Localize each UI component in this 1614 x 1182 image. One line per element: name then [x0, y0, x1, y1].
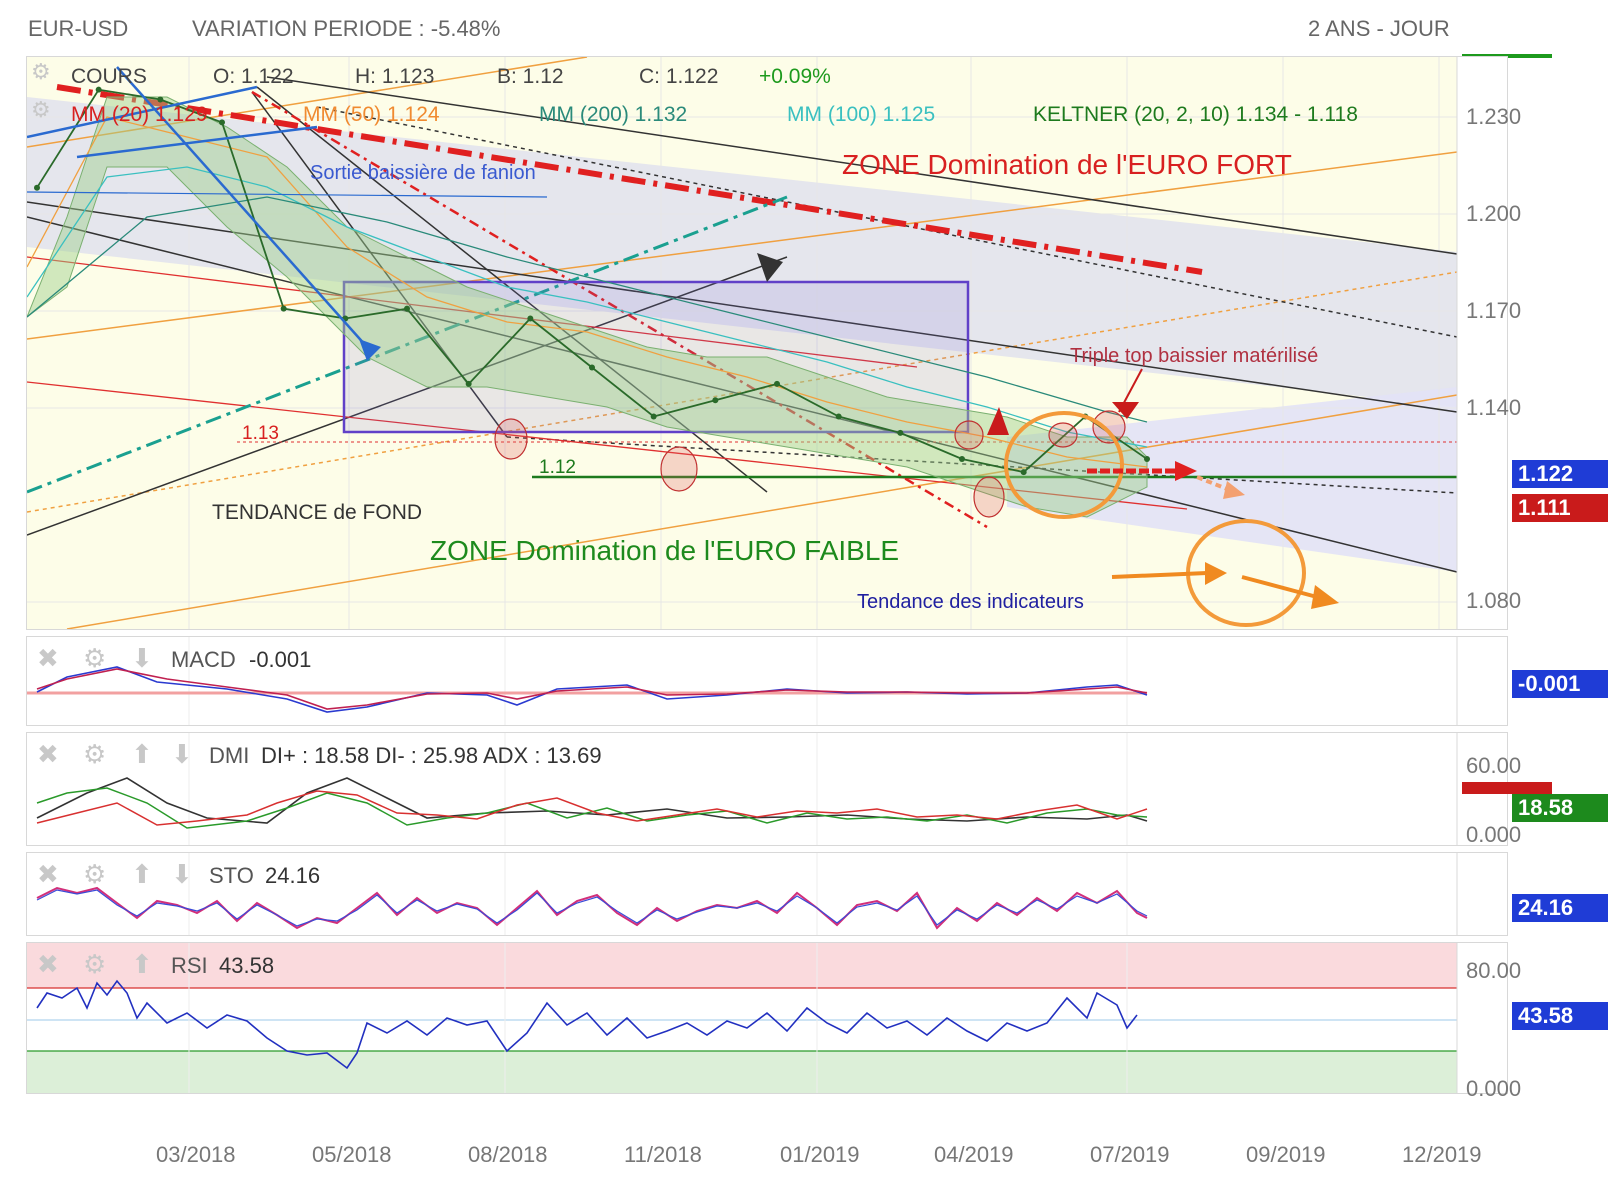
dmi-red-marker [1462, 782, 1552, 794]
zone-faible-label: ZONE Domination de l'EURO FAIBLE [430, 535, 899, 566]
gear-icon[interactable]: ⚙ [31, 97, 51, 123]
legend-mm50[interactable]: MM (50) 1.124 [303, 103, 440, 127]
legend-low: B: 1.12 [497, 65, 564, 88]
sto-name: STO [209, 863, 254, 888]
price-point [1144, 456, 1150, 463]
macd-value-box: -0.001 [1512, 670, 1608, 698]
dmi-name: DMI [209, 743, 250, 768]
close-icon[interactable]: ✖ [37, 739, 59, 770]
dmi-value: DI+ : 18.58 DI- : 25.98 ADX : 13.69 [261, 743, 602, 768]
arrow-up-icon[interactable]: ⬆ [131, 949, 153, 980]
zone-fort-label: ZONE Domination de l'EURO FORT [842, 149, 1292, 180]
price-tick: 1.200 [1466, 201, 1522, 226]
variation-label: VARIATION PERIODE : -5.48% [192, 16, 501, 41]
price-tick: 1.170 [1466, 298, 1522, 323]
macd-signal-line [36, 668, 1148, 710]
close-icon[interactable]: ✖ [37, 643, 59, 674]
price-point [897, 429, 904, 436]
adx-line [36, 777, 1148, 824]
x-tick-label: 11/2018 [624, 1142, 702, 1167]
price-point [34, 184, 40, 191]
close-icon[interactable]: ✖ [37, 949, 59, 980]
macd-panel[interactable]: ✖ ⚙ ⬇ MACD -0.001 [26, 636, 1508, 726]
gear-icon[interactable]: ⚙ [83, 739, 106, 770]
macd-value: -0.001 [249, 647, 312, 672]
tendance-indicateurs-label: Tendance des indicateurs [857, 591, 1084, 613]
price-point [774, 380, 780, 387]
level-113-label: 1.13 [242, 423, 279, 444]
close-icon[interactable]: ✖ [37, 859, 59, 890]
x-tick-label: 01/2019 [780, 1142, 860, 1167]
price-point [404, 305, 410, 312]
price-chart-svg: ZONE Domination de l'EURO FORT ZONE Domi… [27, 57, 1458, 629]
legend-high: H: 1.123 [355, 65, 435, 88]
price-point [835, 413, 842, 420]
dmi-panel[interactable]: ✖ ⚙ ⬆ ⬇ DMI DI+ : 18.58 DI- : 25.98 ADX … [26, 732, 1508, 846]
period-label[interactable]: 2 ANS - JOUR [1308, 16, 1450, 42]
sto-panel[interactable]: ✖ ⚙ ⬆ ⬇ STO 24.16 [26, 852, 1508, 936]
rsi-panel[interactable]: ✖ ⚙ ⬆ RSI 43.58 [26, 942, 1508, 1094]
di-plus-line [36, 787, 1148, 829]
x-tick-label: 07/2019 [1090, 1142, 1170, 1167]
price-point [959, 456, 965, 463]
triple-top-label: Triple top baissier matérilisé [1070, 345, 1318, 367]
legend-mm100[interactable]: MM (100) 1.125 [787, 103, 935, 127]
arrow-down-icon[interactable]: ⬇ [171, 859, 193, 890]
x-tick-label: 08/2018 [468, 1142, 548, 1167]
level-112-label: 1.12 [539, 457, 576, 478]
sortie-label: Sortie baissière de fanion [310, 162, 536, 184]
rsi-name: RSI [171, 953, 208, 978]
price-point [465, 380, 472, 387]
price-point [527, 315, 534, 322]
last-price-box: 1.122 [1512, 460, 1608, 488]
dmi-tick: 0.000 [1466, 822, 1522, 847]
price-point [280, 305, 287, 312]
price-point [219, 119, 225, 126]
legend-cours: COURS [71, 65, 147, 88]
arrow-down-icon[interactable]: ⬇ [131, 643, 153, 674]
x-tick-label: 04/2019 [934, 1142, 1014, 1167]
sto-value-box: 24.16 [1512, 894, 1608, 922]
legend-mm20[interactable]: MM (20) 1.129 [71, 103, 208, 127]
legend-close: C: 1.122 [639, 65, 719, 88]
arrow-up-icon[interactable]: ⬆ [131, 859, 153, 890]
rsi-oversold-zone [27, 1051, 1457, 1093]
symbol-label: EUR-USD [28, 16, 129, 41]
macd-name: MACD [171, 647, 236, 672]
price-point [157, 96, 164, 103]
dmi-tick: 60.00 [1466, 753, 1522, 778]
price-tick: 1.140 [1466, 395, 1522, 420]
gear-icon[interactable]: ⚙ [31, 59, 51, 85]
rsi-value: 43.58 [219, 953, 275, 978]
gear-icon[interactable]: ⚙ [83, 643, 106, 674]
x-tick-label: 03/2018 [156, 1142, 236, 1167]
price-point [650, 413, 657, 420]
rsi-tick: 80.00 [1466, 958, 1522, 983]
price-point [589, 364, 595, 371]
gear-icon[interactable]: ⚙ [83, 859, 106, 890]
price-point [1020, 469, 1027, 476]
x-tick-label: 05/2018 [312, 1142, 392, 1167]
arrow-up-icon[interactable]: ⬆ [131, 739, 153, 770]
x-tick-label: 09/2019 [1246, 1142, 1326, 1167]
legend-change: +0.09% [759, 65, 831, 88]
legend-keltner[interactable]: KELTNER (20, 2, 10) 1.134 - 1.118 [1033, 103, 1358, 127]
tendance-fond-label: TENDANCE de FOND [212, 501, 422, 524]
price-tick: 1.230 [1466, 104, 1522, 129]
price-panel[interactable]: ZONE Domination de l'EURO FORT ZONE Domi… [26, 56, 1508, 630]
rsi-value-box: 43.58 [1512, 1002, 1608, 1030]
legend-mm200[interactable]: MM (200) 1.132 [539, 103, 687, 127]
dmi-value-box: 18.58 [1512, 794, 1608, 822]
legend-open: O: 1.122 [213, 65, 294, 88]
price-tick: 1.080 [1466, 588, 1522, 613]
gear-icon[interactable]: ⚙ [83, 949, 106, 980]
support-price-box: 1.111 [1512, 494, 1608, 522]
rsi-tick: 0.000 [1466, 1076, 1522, 1101]
x-tick-label: 12/2019 [1402, 1142, 1482, 1167]
arrow-down-icon[interactable]: ⬇ [171, 739, 193, 770]
sto-signal-line [36, 889, 1148, 927]
sto-value: 24.16 [265, 863, 321, 888]
price-point [712, 397, 719, 404]
